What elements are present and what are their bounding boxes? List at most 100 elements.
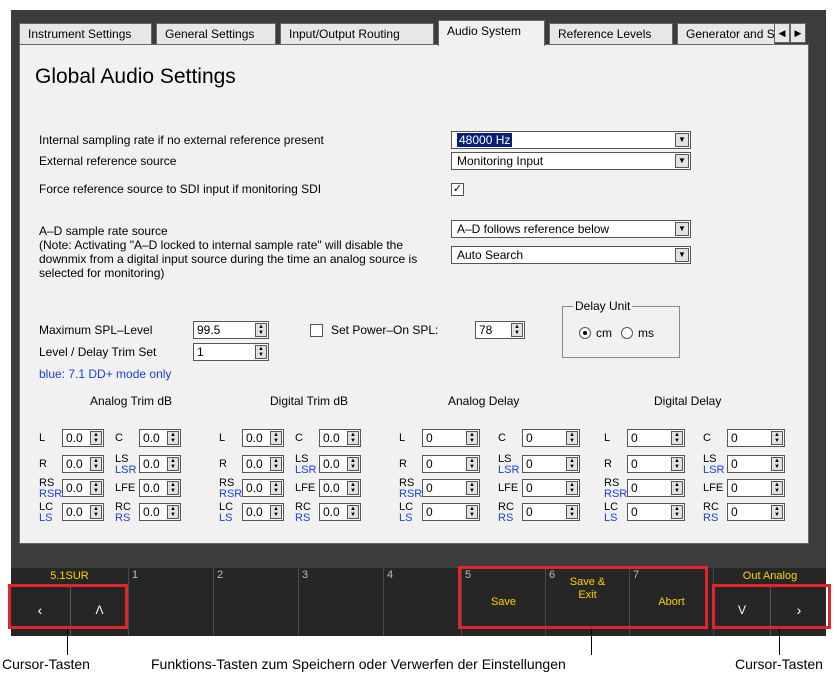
ad-source-select[interactable]: A–D follows reference below ▼ [451, 220, 691, 238]
spin-arrows-icon[interactable]: ▲ ▼ [771, 481, 783, 495]
analog-delay-input[interactable]: 0 ▲ ▼ [522, 479, 580, 497]
digital-trim-input[interactable]: 0.0 ▲ ▼ [319, 479, 361, 497]
digital-trim-input[interactable]: 0.0 ▲ ▼ [319, 455, 361, 473]
analog-trim-input[interactable]: 0.0 ▲ ▼ [62, 429, 104, 447]
softkey-3[interactable]: 3 [298, 568, 383, 636]
analog-delay-input[interactable]: 0 ▲ ▼ [422, 479, 480, 497]
spin-arrows-icon[interactable]: ▲ ▼ [255, 323, 267, 337]
chevron-down-icon[interactable]: ▼ [675, 248, 689, 262]
analog-delay-value: 0 [426, 457, 433, 471]
chevron-down-icon[interactable]: ▼ [675, 154, 689, 168]
spin-arrows-icon[interactable]: ▲ ▼ [270, 431, 282, 445]
analog-delay-input[interactable]: 0 ▲ ▼ [422, 503, 480, 521]
digital-delay-input[interactable]: 0 ▲ ▼ [727, 455, 785, 473]
digital-delay-value: 0 [631, 505, 638, 519]
softkey-2[interactable]: 2 [213, 568, 298, 636]
digital-trim-input[interactable]: 0.0 ▲ ▼ [242, 429, 284, 447]
digital-delay-input[interactable]: 0 ▲ ▼ [727, 503, 785, 521]
spin-arrows-icon[interactable]: ▲ ▼ [270, 505, 282, 519]
analog-trim-input[interactable]: 0.0 ▲ ▼ [139, 429, 181, 447]
chevron-down-icon[interactable]: ▼ [675, 222, 689, 236]
spin-arrows-icon[interactable]: ▲ ▼ [671, 481, 683, 495]
spin-arrows-icon[interactable]: ▲ ▼ [167, 457, 179, 471]
spin-arrows-icon[interactable]: ▲ ▼ [466, 481, 478, 495]
tab-instrument-settings[interactable]: Instrument Settings [19, 23, 152, 44]
spin-arrows-icon[interactable]: ▲ ▼ [270, 481, 282, 495]
tab-reference-levels[interactable]: Reference Levels [549, 23, 673, 44]
delay-unit-ms-radio[interactable] [621, 327, 633, 339]
analog-trim-input[interactable]: 0.0 ▲ ▼ [139, 503, 181, 521]
force-sdi-checkbox[interactable]: ✓ [451, 183, 464, 196]
external-reference-select[interactable]: Monitoring Input ▼ [451, 152, 691, 170]
spin-arrows-icon[interactable]: ▲ ▼ [771, 505, 783, 519]
softkey-2-number: 2 [217, 569, 224, 581]
chevron-down-icon[interactable]: ▼ [675, 133, 689, 147]
spin-arrows-icon[interactable]: ▲ ▼ [90, 505, 102, 519]
spin-arrows-icon[interactable]: ▲ ▼ [167, 505, 179, 519]
digital-delay-input[interactable]: 0 ▲ ▼ [627, 479, 685, 497]
spin-arrows-icon[interactable]: ▲ ▼ [255, 345, 267, 359]
tab-scroll-left-icon[interactable]: ◀ [774, 23, 790, 43]
analog-trim-input[interactable]: 0.0 ▲ ▼ [62, 503, 104, 521]
spin-arrows-icon[interactable]: ▲ ▼ [771, 431, 783, 445]
channel-label: L [219, 433, 225, 444]
analog-delay-input[interactable]: 0 ▲ ▼ [422, 455, 480, 473]
analog-delay-input[interactable]: 0 ▲ ▼ [522, 429, 580, 447]
tab-scroll-right-icon[interactable]: ▶ [790, 23, 806, 43]
digital-trim-input[interactable]: 0.0 ▲ ▼ [319, 429, 361, 447]
digital-delay-input[interactable]: 0 ▲ ▼ [727, 479, 785, 497]
spin-arrows-icon[interactable]: ▲ ▼ [566, 457, 578, 471]
spin-arrows-icon[interactable]: ▲ ▼ [90, 457, 102, 471]
spin-arrows-icon[interactable]: ▲ ▼ [466, 457, 478, 471]
tab-audio-system[interactable]: Audio System [438, 20, 545, 46]
spin-arrows-icon[interactable]: ▲ ▼ [671, 431, 683, 445]
spin-arrows-icon[interactable]: ▲ ▼ [347, 457, 359, 471]
softkey-1[interactable]: 1 [128, 568, 213, 636]
spin-arrows-icon[interactable]: ▲ ▼ [270, 457, 282, 471]
spin-arrows-icon[interactable]: ▲ ▼ [466, 431, 478, 445]
max-spl-input[interactable]: 99.5 ▲ ▼ [193, 321, 269, 339]
digital-delay-input[interactable]: 0 ▲ ▼ [627, 455, 685, 473]
spin-arrows-icon[interactable]: ▲ ▼ [671, 505, 683, 519]
spin-arrows-icon[interactable]: ▲ ▼ [167, 431, 179, 445]
digital-trim-input[interactable]: 0.0 ▲ ▼ [319, 503, 361, 521]
spin-arrows-icon[interactable]: ▲ ▼ [566, 431, 578, 445]
spin-arrows-icon[interactable]: ▲ ▼ [566, 481, 578, 495]
spin-arrows-icon[interactable]: ▲ ▼ [90, 431, 102, 445]
spin-arrows-icon[interactable]: ▲ ▼ [566, 505, 578, 519]
spin-arrows-icon[interactable]: ▲ ▼ [347, 431, 359, 445]
analog-trim-input[interactable]: 0.0 ▲ ▼ [139, 455, 181, 473]
delay-unit-cm-radio[interactable] [579, 327, 591, 339]
softkey-4[interactable]: 4 [383, 568, 461, 636]
analog-trim-input[interactable]: 0.0 ▲ ▼ [62, 479, 104, 497]
analog-trim-input[interactable]: 0.0 ▲ ▼ [139, 479, 181, 497]
spin-arrows-icon[interactable]: ▲ ▼ [771, 457, 783, 471]
analog-delay-input[interactable]: 0 ▲ ▼ [522, 455, 580, 473]
trim-set-input[interactable]: 1 ▲ ▼ [193, 343, 269, 361]
digital-trim-input[interactable]: 0.0 ▲ ▼ [242, 455, 284, 473]
sampling-rate-select[interactable]: 48000 Hz ▼ [451, 131, 691, 149]
spin-arrows-icon[interactable]: ▲ ▼ [347, 481, 359, 495]
spin-arrows-icon[interactable]: ▲ ▼ [167, 481, 179, 495]
ad-reference-select[interactable]: Auto Search ▼ [451, 246, 691, 264]
analog-delay-input[interactable]: 0 ▲ ▼ [422, 429, 480, 447]
digital-delay-input[interactable]: 0 ▲ ▼ [727, 429, 785, 447]
analog-delay-input[interactable]: 0 ▲ ▼ [522, 503, 580, 521]
spin-arrows-icon[interactable]: ▲ ▼ [90, 481, 102, 495]
tab-general-settings[interactable]: General Settings [156, 23, 276, 44]
digital-trim-input[interactable]: 0.0 ▲ ▼ [242, 479, 284, 497]
spin-arrows-icon[interactable]: ▲ ▼ [466, 505, 478, 519]
spin-arrows-icon[interactable]: ▲ ▼ [347, 505, 359, 519]
digital-delay-input[interactable]: 0 ▲ ▼ [627, 503, 685, 521]
tab-input-output-routing[interactable]: Input/Output Routing [280, 23, 434, 44]
channel-label: C [498, 433, 506, 444]
digital-delay-input[interactable]: 0 ▲ ▼ [627, 429, 685, 447]
spin-arrows-icon[interactable]: ▲ ▼ [671, 457, 683, 471]
tab-generator[interactable]: Generator and S [677, 23, 775, 44]
analog-trim-input[interactable]: 0.0 ▲ ▼ [62, 455, 104, 473]
digital-trim-input[interactable]: 0.0 ▲ ▼ [242, 503, 284, 521]
spin-arrows-icon[interactable]: ▲ ▼ [511, 323, 523, 337]
power-on-spl-input[interactable]: 78 ▲ ▼ [475, 321, 525, 339]
caption-left: Cursor-Tasten [2, 656, 90, 672]
power-on-spl-checkbox[interactable] [310, 324, 323, 337]
